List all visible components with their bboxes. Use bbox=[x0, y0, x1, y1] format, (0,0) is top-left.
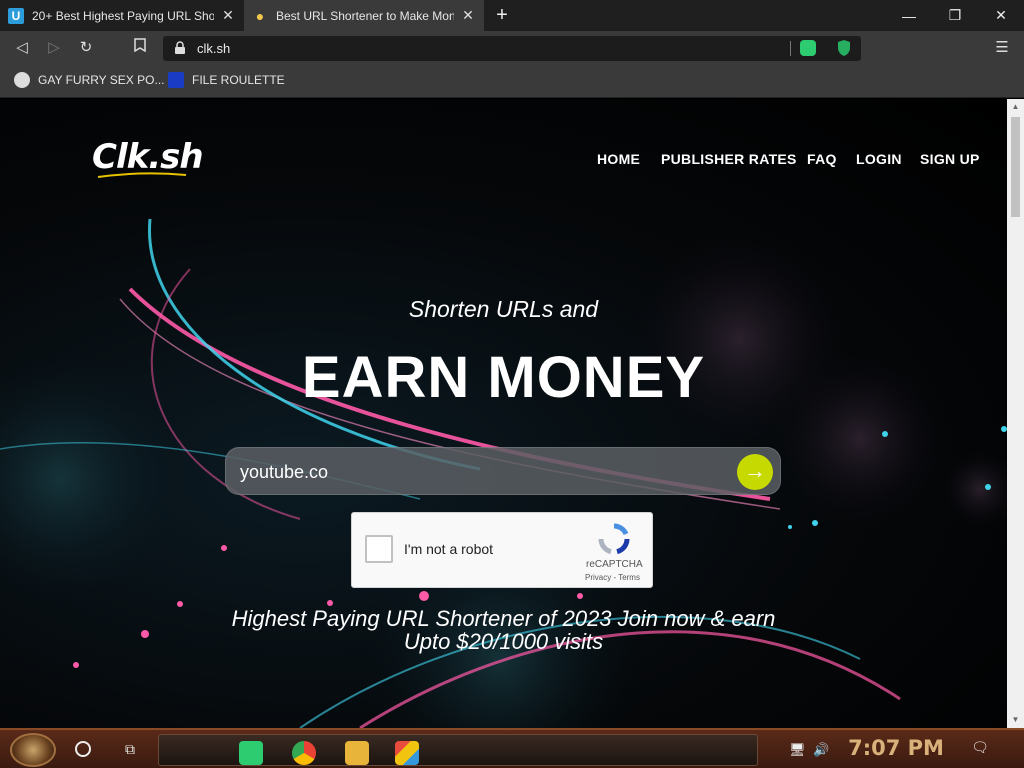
back-button[interactable]: ◁ bbox=[12, 38, 32, 58]
nav-home[interactable]: HOME bbox=[597, 151, 640, 167]
web-page: Clk.sh HOME PUBLISHER RATES FAQ LOGIN SI… bbox=[0, 99, 1007, 728]
bookmark-label: GAY FURRY SEX PO... bbox=[38, 73, 165, 87]
captcha-checkbox[interactable] bbox=[365, 535, 393, 563]
task-view-icon[interactable]: ⧉ bbox=[121, 740, 139, 758]
close-tab-icon[interactable]: ✕ bbox=[220, 7, 236, 24]
page-scrollbar[interactable]: ▲ ▼ bbox=[1007, 99, 1024, 728]
system-tray: 🖥 🔊 bbox=[783, 734, 843, 766]
bookmarks-bar: GAY FURRY SEX PO... FILE ROULETTE bbox=[0, 65, 1024, 98]
rubiks-cube-icon[interactable] bbox=[395, 741, 419, 765]
start-button[interactable] bbox=[10, 733, 56, 767]
address-bar[interactable]: clk.sh bbox=[163, 36, 861, 61]
shield-extension-icon[interactable] bbox=[836, 39, 852, 57]
promo-line-2: Upto $20/1000 visits bbox=[403, 629, 604, 654]
browser-toolbar: ◁ ▷ ↻ clk.sh ☰ bbox=[0, 31, 1024, 65]
taskbar: ⧉ 🖥 🔊 7:07 PM 🗨 bbox=[0, 728, 1024, 768]
bookmark-item[interactable]: GAY FURRY SEX PO... bbox=[14, 72, 165, 88]
coin-icon: ● bbox=[255, 7, 265, 24]
tab-title: Best URL Shortener to Make Mone bbox=[276, 8, 454, 23]
scroll-down-icon[interactable]: ▼ bbox=[1007, 712, 1024, 728]
reload-button[interactable]: ↻ bbox=[76, 38, 96, 58]
clock[interactable]: 7:07 PM bbox=[846, 736, 946, 760]
recaptcha-widget: I'm not a robot reCAPTCHA Privacy - Term… bbox=[351, 512, 653, 588]
scroll-thumb[interactable] bbox=[1011, 117, 1020, 217]
tab-2[interactable]: ● Best URL Shortener to Make Mone ✕ bbox=[244, 0, 484, 31]
captcha-terms[interactable]: Privacy - Terms bbox=[585, 573, 640, 582]
bookmark-page-button[interactable] bbox=[130, 38, 150, 58]
nav-publisher-rates[interactable]: PUBLISHER RATES bbox=[661, 151, 797, 167]
close-window-button[interactable]: ✕ bbox=[978, 0, 1024, 31]
promo-text: Highest Paying URL Shortener of 2023 Joi… bbox=[0, 607, 1007, 653]
taskbar-apps bbox=[158, 734, 758, 766]
tab-title: 20+ Best Highest Paying URL Shor bbox=[32, 8, 214, 23]
close-tab-icon[interactable]: ✕ bbox=[460, 7, 476, 24]
tab-1[interactable]: U 20+ Best Highest Paying URL Shor ✕ bbox=[0, 0, 244, 31]
bookmark-icon bbox=[134, 38, 146, 53]
shorten-form: → bbox=[225, 447, 781, 495]
forward-button[interactable]: ▷ bbox=[44, 38, 64, 58]
nav-login[interactable]: LOGIN bbox=[856, 151, 902, 167]
notifications-icon[interactable]: 🗨 bbox=[970, 739, 990, 757]
url-input[interactable] bbox=[240, 458, 720, 486]
chat-extension-icon[interactable] bbox=[800, 40, 816, 56]
promo-line-1: Highest Paying URL Shortener of 2023 Joi… bbox=[231, 606, 776, 631]
divider bbox=[790, 41, 791, 56]
tab-favicon: U bbox=[8, 7, 24, 24]
captcha-label: I'm not a robot bbox=[404, 541, 494, 557]
chrome-icon[interactable] bbox=[292, 741, 316, 765]
network-icon[interactable]: 🖥 bbox=[789, 742, 806, 758]
lock-icon bbox=[175, 41, 185, 54]
file-explorer-icon[interactable] bbox=[345, 741, 369, 765]
volume-icon[interactable]: 🔊 bbox=[813, 742, 829, 758]
logo-swoosh bbox=[97, 172, 187, 178]
minimize-button[interactable]: — bbox=[886, 0, 932, 31]
captcha-brand: reCAPTCHA bbox=[586, 559, 643, 570]
scroll-up-icon[interactable]: ▲ bbox=[1007, 99, 1024, 115]
address-text[interactable]: clk.sh bbox=[197, 41, 230, 56]
bookmark-item[interactable]: FILE ROULETTE bbox=[168, 72, 285, 88]
recaptcha-logo-icon bbox=[598, 523, 630, 555]
search-circle-icon[interactable] bbox=[75, 741, 91, 757]
chat-app-icon[interactable] bbox=[239, 741, 263, 765]
bookmark-label: FILE ROULETTE bbox=[192, 73, 285, 87]
file-roulette-icon bbox=[168, 72, 184, 88]
globe-icon bbox=[14, 72, 30, 88]
headline: EARN MONEY bbox=[301, 345, 706, 410]
tab-bar: U 20+ Best Highest Paying URL Shor ✕ ● B… bbox=[0, 0, 1024, 31]
menu-button[interactable]: ☰ bbox=[992, 38, 1012, 58]
tagline: Shorten URLs and bbox=[408, 296, 599, 322]
nav-signup[interactable]: SIGN UP bbox=[920, 151, 980, 167]
nav-faq[interactable]: FAQ bbox=[807, 151, 837, 167]
restore-button[interactable]: ❐ bbox=[932, 0, 978, 31]
new-tab-button[interactable]: + bbox=[490, 3, 514, 27]
shorten-submit-button[interactable]: → bbox=[737, 454, 773, 490]
